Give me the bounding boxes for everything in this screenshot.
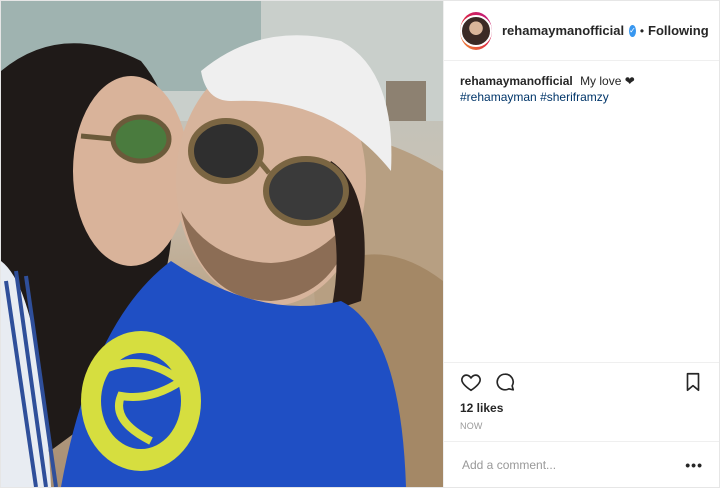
- comment-box: •••: [444, 441, 719, 487]
- avatar[interactable]: [460, 14, 492, 47]
- post-photo[interactable]: [1, 1, 443, 487]
- avatar-ring[interactable]: [460, 11, 492, 50]
- bookmark-icon[interactable]: [683, 371, 703, 393]
- comment-bubble-icon[interactable]: [494, 371, 516, 393]
- more-options-icon[interactable]: •••: [685, 457, 703, 473]
- post-header: rehamaymanofficial ✓ • Following: [444, 1, 719, 61]
- instagram-post: rehamaymanofficial ✓ • Following rehamay…: [0, 0, 720, 488]
- username-link[interactable]: rehamaymanofficial: [502, 23, 624, 38]
- post-timestamp: NOW: [460, 421, 483, 431]
- heart-icon[interactable]: [460, 371, 482, 393]
- selfie-illustration: [1, 1, 443, 487]
- separator-dot: •: [639, 23, 645, 38]
- following-button[interactable]: Following: [648, 23, 709, 38]
- comment-input[interactable]: [460, 456, 686, 473]
- caption-text: My love ❤: [580, 74, 635, 88]
- post-sidebar: rehamaymanofficial ✓ • Following rehamay…: [443, 1, 719, 487]
- verified-badge-icon: ✓: [629, 24, 636, 37]
- caption-username[interactable]: rehamaymanofficial: [460, 74, 573, 88]
- hashtag-link[interactable]: #sheriframzy: [540, 90, 609, 104]
- likes-count[interactable]: 12 likes: [444, 397, 719, 415]
- action-bar: [444, 362, 719, 397]
- hashtag-link[interactable]: #rehamayman: [460, 90, 537, 104]
- caption: rehamaymanofficial My love ❤ #rehamayman…: [444, 61, 719, 362]
